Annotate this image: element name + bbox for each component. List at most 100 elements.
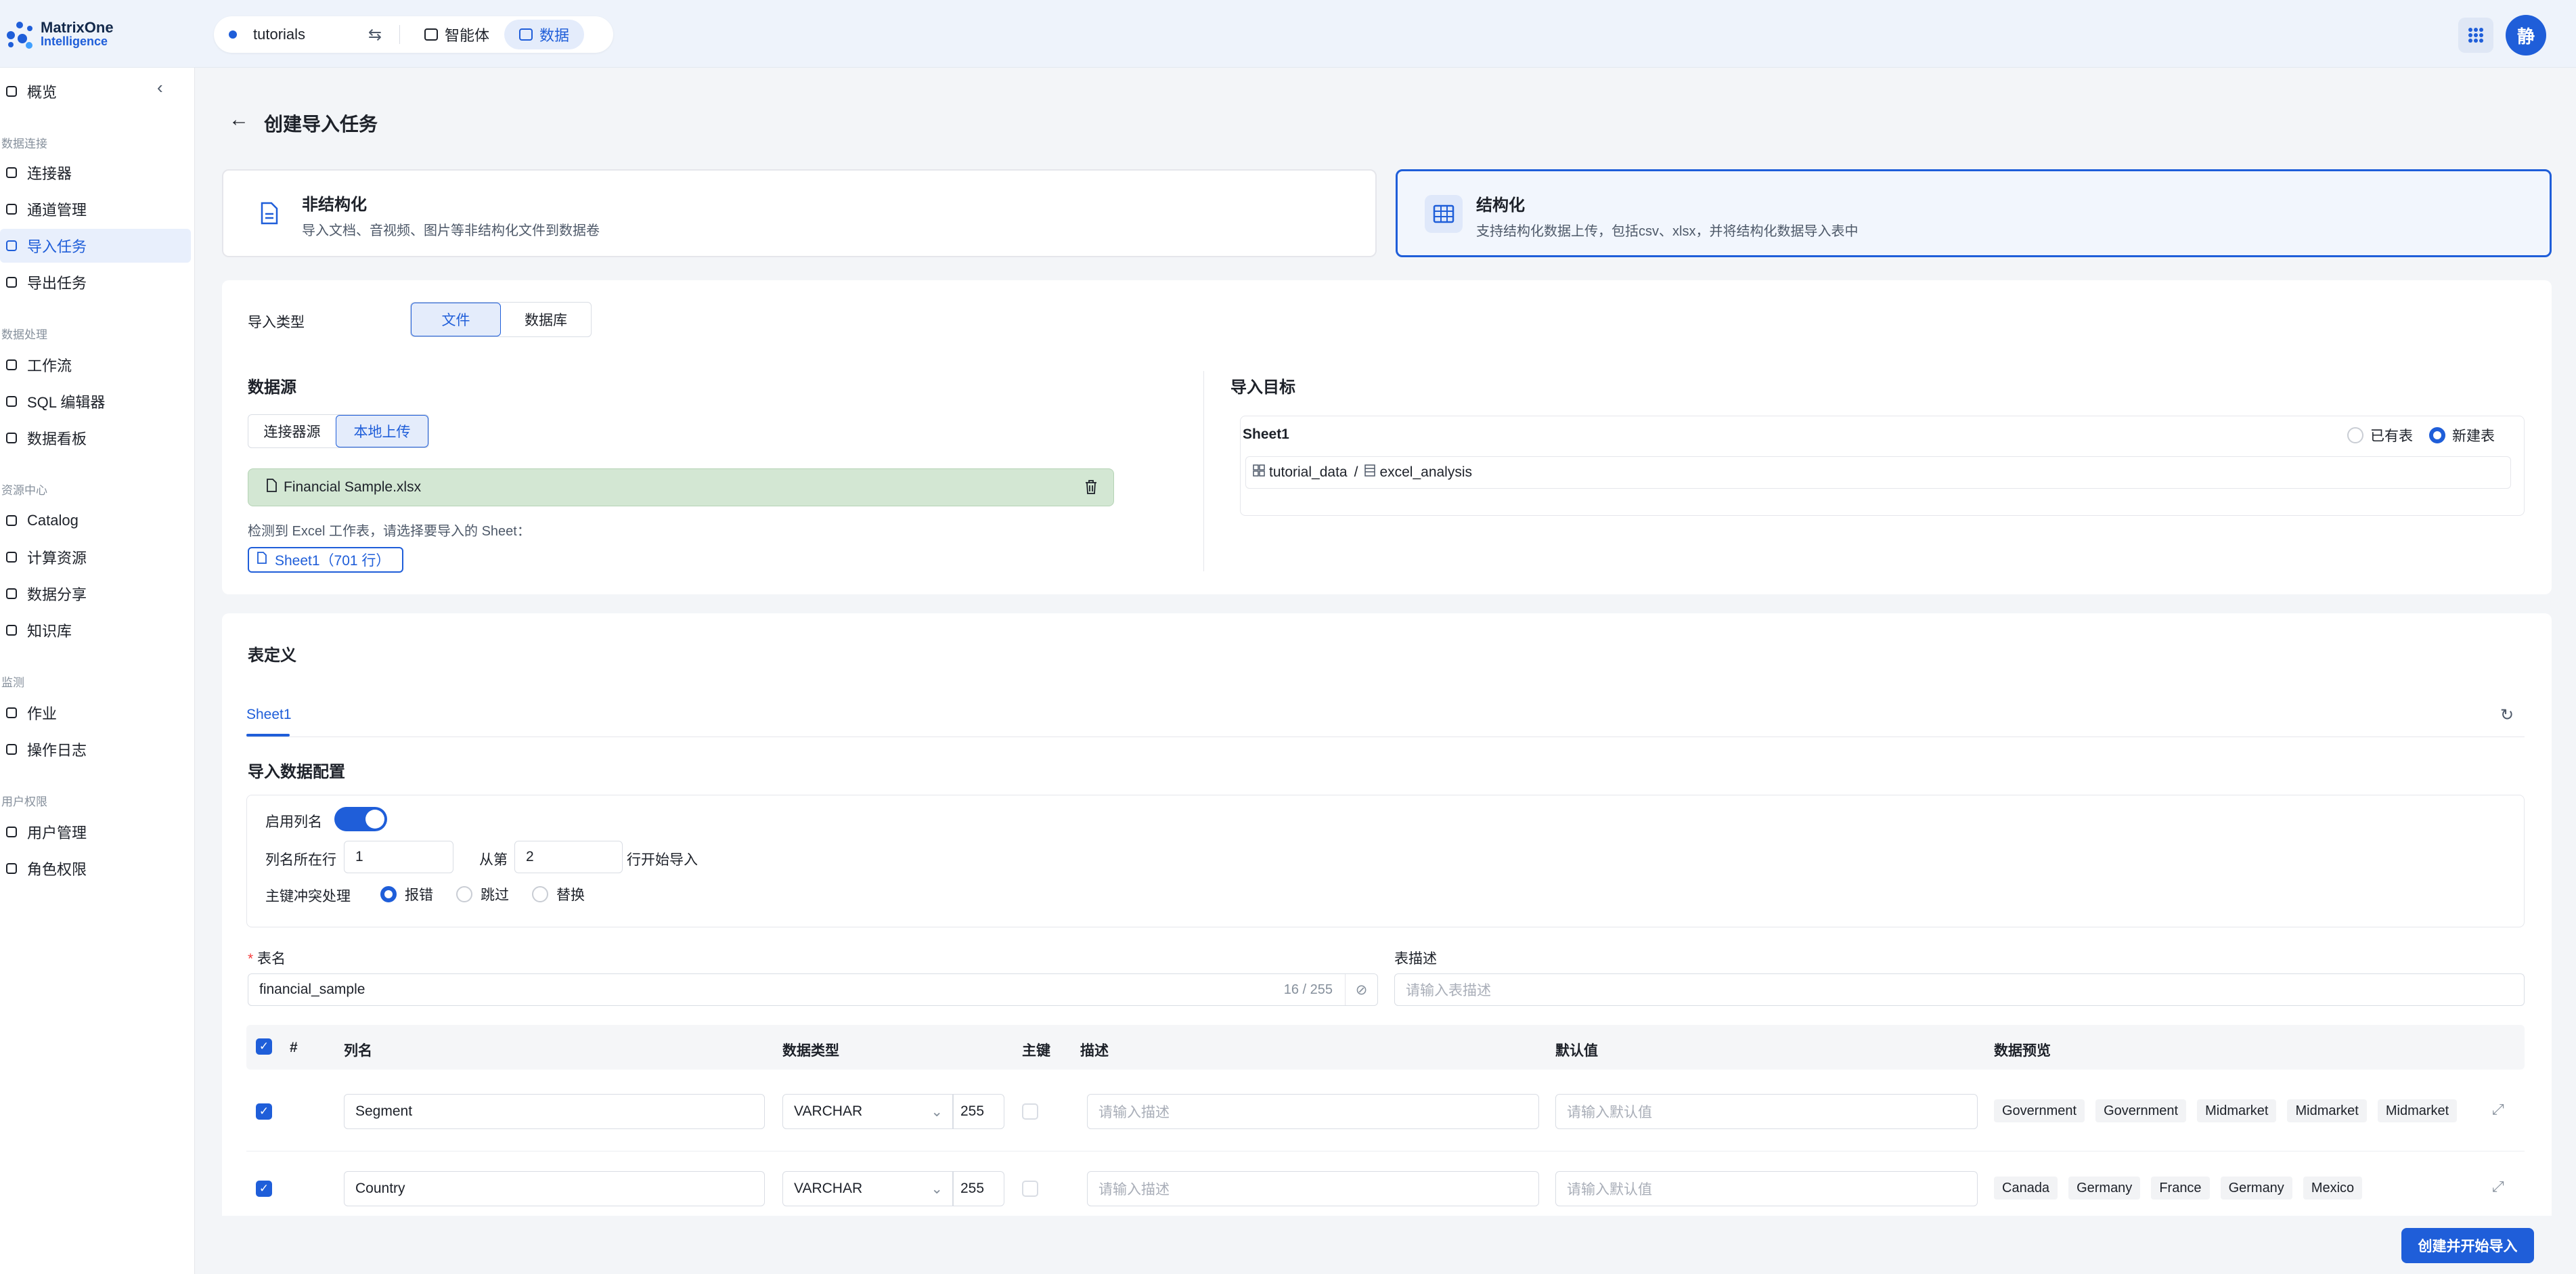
table-name-input[interactable]: financial_sample 16 / 255 ⊘ [248,973,1378,1006]
workspace-name[interactable]: tutorials [253,26,368,43]
book-icon [4,513,19,528]
enable-header-label: 启用列名 [265,814,322,830]
table-desc-label: 表描述 [1394,951,1437,967]
table-desc-input[interactable]: 请输入表描述 [1394,973,2525,1006]
import-type-label: 导入类型 [248,315,305,330]
target-mode-radios: 已有表 新建表 [2347,425,2495,445]
header-row-input[interactable]: 1 [344,841,453,873]
source-local-upload[interactable]: 本地上传 [336,415,428,447]
primary-key-checkbox[interactable] [1022,1103,1038,1120]
data-preview: Canada Germany France Germany Mexico [1994,1177,2474,1200]
primary-key-checkbox[interactable] [1022,1181,1038,1197]
workspace-status-dot [229,30,237,39]
chevron-down-icon: ⌄ [931,1103,943,1120]
sidebar-item-label: 工作流 [27,357,72,374]
sheet-chip-label: Sheet1（701 行） [275,553,391,569]
column-length-input[interactable]: 255 [953,1094,1004,1129]
mode-card-structured[interactable]: 结构化 支持结构化数据上传，包括csv、xlsx，并将结构化数据导入表中 [1396,169,2552,257]
sidebar-item-sql-editor[interactable]: SQL 编辑器 [0,385,191,418]
radio-conflict-skip[interactable] [456,886,472,902]
column-default-input[interactable]: 请输入默认值 [1555,1094,1978,1129]
col-header-name: 列名 [344,1043,372,1059]
sidebar-item-import-tasks[interactable]: 导入任务 [0,229,191,263]
sidebar-item-users[interactable]: 用户管理 [0,815,191,849]
start-row-input[interactable]: 2 [514,841,623,873]
row-checkbox[interactable]: ✓ [256,1181,272,1197]
refresh-icon[interactable]: ↻ [2500,705,2514,725]
column-type-select[interactable]: VARCHAR ⌄ [782,1094,953,1129]
log-icon [4,742,19,757]
sidebar-item-data-share[interactable]: 数据分享 [0,577,191,611]
sheet-chip[interactable]: Sheet1（701 行） [248,547,404,573]
column-name-input[interactable]: Segment [344,1094,765,1129]
sidebar-item-catalog[interactable]: Catalog [0,504,191,537]
sidebar-item-label: 概览 [27,84,58,101]
import-type-database[interactable]: 数据库 [501,303,591,336]
sidebar: 概览 ‹ 数据连接 连接器 通道管理 导入任务 导出任务 数据处理 工作流 SQ… [0,68,195,1274]
sidebar-item-connectors[interactable]: 连接器 [0,156,191,190]
back-arrow-icon[interactable]: ← [229,108,249,131]
swap-icon[interactable]: ⇆ [368,25,395,45]
sidebar-section-title: 用户权限 [1,795,47,808]
target-sheet-name: Sheet1 [1243,426,1289,442]
create-and-import-button[interactable]: 创建并开始导入 [2401,1228,2534,1263]
row-checkbox[interactable]: ✓ [256,1103,272,1120]
logo[interactable]: MatrixOne Intelligence [4,19,114,50]
user-icon [4,825,19,839]
sidebar-item-label: 角色权限 [27,861,87,878]
radio-new-table[interactable] [2429,427,2445,443]
column-desc-input[interactable]: 请输入描述 [1087,1171,1539,1206]
sidebar-item-workflow[interactable]: 工作流 [0,348,191,382]
sidebar-item-label: Catalog [27,512,79,529]
sidebar-item-label: 通道管理 [27,202,87,219]
column-desc-input[interactable]: 请输入描述 [1087,1094,1539,1129]
sidebar-item-jobs[interactable]: 作业 [0,696,191,730]
sidebar-item-export-tasks[interactable]: 导出任务 [0,265,191,299]
export-icon [4,275,19,290]
home-icon [4,84,19,99]
trash-icon[interactable] [1085,480,1097,499]
link-icon [4,165,19,180]
sidebar-item-compute[interactable]: 计算资源 [0,540,191,574]
import-type-file[interactable]: 文件 [411,303,501,336]
mode-card-unstructured[interactable]: 非结构化 导入文档、音视频、图片等非结构化文件到数据卷 [222,169,1377,257]
radio-conflict-skip-label: 跳过 [481,887,509,903]
radio-conflict-replace[interactable] [532,886,548,902]
apps-grid-button[interactable] [2458,18,2493,53]
sidebar-item-label: 用户管理 [27,825,87,841]
expand-icon[interactable]: ⤢ [2492,1101,2504,1118]
matrixone-logo-icon [4,19,35,50]
column-default-input[interactable]: 请输入默认值 [1555,1171,1978,1206]
sidebar-item-knowledge[interactable]: 知识库 [0,613,191,647]
select-all-checkbox[interactable]: ✓ [256,1038,272,1055]
import-type-segmented: 文件 数据库 [410,302,592,337]
radio-conflict-error[interactable] [380,886,397,902]
target-path[interactable]: tutorial_data / excel_analysis [1245,456,2511,489]
radio-existing-table[interactable] [2347,427,2363,443]
chevron-left-icon[interactable]: ‹ [157,77,163,98]
sidebar-item-roles[interactable]: 角色权限 [0,852,191,885]
tab-agents[interactable]: 智能体 [409,20,504,49]
tab-data[interactable]: 数据 [504,20,585,49]
column-length-input[interactable]: 255 [953,1171,1004,1206]
source-title: 数据源 [248,378,296,397]
sidebar-item-audit-log[interactable]: 操作日志 [0,732,191,766]
column-type-select[interactable]: VARCHAR ⌄ [782,1171,953,1206]
table-name-label: * 表名 [248,948,286,968]
enable-header-toggle[interactable] [334,807,387,831]
tab-sheet1[interactable]: Sheet1 [246,707,292,723]
start-row-suffix: 行开始导入 [627,852,698,868]
brush-icon[interactable]: ⊘ [1345,974,1377,1005]
uploaded-file: Financial Sample.xlsx [248,468,1114,506]
path-separator: / [1354,464,1358,480]
sidebar-item-channels[interactable]: 通道管理 [0,192,191,226]
expand-icon[interactable]: ⤢ [2492,1178,2504,1195]
column-name-input[interactable]: Country [344,1171,765,1206]
source-connector[interactable]: 连接器源 [248,415,336,447]
sidebar-item-label: 计算资源 [27,550,87,567]
sidebar-item-dashboard[interactable]: 数据看板 [0,421,191,455]
col-header-desc: 描述 [1080,1043,1109,1059]
sidebar-section-title: 数据连接 [1,137,47,150]
table-small-icon [1364,464,1376,481]
avatar[interactable]: 静 [2506,15,2546,56]
